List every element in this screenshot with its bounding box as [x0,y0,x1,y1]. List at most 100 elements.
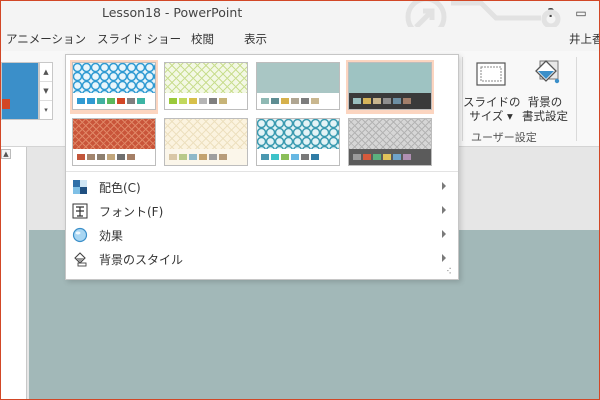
variant-color-swatches [353,98,411,105]
theme-gallery-item[interactable] [1,62,39,120]
variant-color-swatches [261,154,319,161]
color-swatch [97,98,105,104]
variant-preview [72,118,156,166]
submenu-arrow-icon [442,230,446,238]
gallery-scroll-up-button[interactable]: ▲ [40,63,52,82]
color-swatch [189,98,197,104]
variant-thumbnail[interactable] [70,60,158,114]
submenu-arrow-icon [442,254,446,262]
color-swatch [291,98,299,104]
slide-size-label-2: サイズ ▾ [469,109,513,123]
color-swatch [199,154,207,160]
color-swatch [97,154,105,160]
window-title: Lesson18 - PowerPoint [102,5,243,20]
variant-color-swatches [261,98,319,105]
color-swatch [311,154,319,160]
background-style-icon [72,251,88,267]
submenu-arrow-icon [442,206,446,214]
color-swatch [301,98,309,104]
color-swatch [209,154,217,160]
color-swatch [281,98,289,104]
color-swatch [219,154,227,160]
color-swatch [383,154,391,160]
variant-thumbnail[interactable] [70,116,158,170]
tab-slideshow[interactable]: スライド ショー [97,31,181,47]
menu-item-background-styles[interactable]: 背景のスタイル [66,247,458,271]
color-scheme-icon [72,179,88,195]
format-background-label-1: 背景の [527,95,563,109]
color-swatch [291,154,299,160]
format-background-button[interactable]: 背景の 書式設定 [519,55,571,127]
effects-icon [72,227,88,243]
variant-color-swatches [169,98,227,105]
variant-pattern [349,63,431,93]
variant-pattern [165,119,247,149]
menu-item-colors[interactable]: 配色(C) [66,175,458,199]
resize-grip-icon[interactable]: ⠪ [446,267,456,277]
color-swatch [169,98,177,104]
variant-thumbnail[interactable] [346,60,434,114]
color-swatch [179,154,187,160]
variant-preview [72,62,156,110]
color-swatch [77,154,85,160]
tab-view[interactable]: 表示 [244,31,267,47]
variant-preview [348,118,432,166]
menu-item-fonts[interactable]: フォント(F) [66,199,458,223]
variant-color-swatches [169,154,227,161]
variant-preview [256,118,340,166]
color-swatch [403,154,411,160]
variant-thumbnail[interactable] [254,116,342,170]
slide-thumbnail-pane[interactable]: ▲ [1,147,27,399]
user-account-name[interactable]: 井上香 [569,31,599,47]
color-swatch [261,98,269,104]
tab-review[interactable]: 校閲 [191,31,214,47]
variant-pattern [257,63,339,93]
color-swatch [107,98,115,104]
color-swatch [117,154,125,160]
format-background-label-2: 書式設定 [522,109,568,123]
menu-item-effects-label: 効果 [99,229,124,243]
variant-thumbnail[interactable] [346,116,434,170]
variant-preview [256,62,340,110]
color-swatch [107,154,115,160]
powerpoint-window: Lesson18 - PowerPoint ? ▭ アニメーション スライド シ… [0,0,600,400]
font-icon [72,203,88,219]
color-swatch [87,154,95,160]
color-swatch [87,98,95,104]
color-swatch [403,98,411,104]
menu-item-fonts-label: フォント(F) [99,205,164,219]
menu-separator [66,171,458,172]
color-swatch [373,98,381,104]
variant-pattern [73,119,155,149]
gallery-scroll-down-button[interactable]: ▼ [40,82,52,101]
bucket-icon [528,57,562,91]
color-swatch [169,154,177,160]
variant-thumbnail[interactable] [162,60,250,114]
slide-size-button[interactable]: スライドの サイズ ▾ [463,55,521,127]
variant-preview [348,62,432,110]
variant-pattern [165,63,247,93]
variants-dropdown: 配色(C) フォント(F) 効果 背景のスタイル ⠪ [65,54,459,280]
variant-preview [164,118,248,166]
slide-size-icon [474,57,508,91]
variant-color-swatches [77,98,145,105]
variant-thumbnail[interactable] [162,116,250,170]
customize-group-label: ユーザー設定 [471,131,537,144]
variant-pattern [349,119,431,149]
color-swatch [353,154,361,160]
color-swatch [77,98,85,104]
color-swatch [127,98,135,104]
gallery-more-button[interactable]: ▾ [40,101,52,120]
menu-item-effects[interactable]: 効果 [66,223,458,247]
color-swatch [393,98,401,104]
color-swatch [179,98,187,104]
color-swatch [393,154,401,160]
color-swatch [301,154,309,160]
color-swatch [127,154,135,160]
thumbnail-scroll-up-button[interactable]: ▲ [1,149,11,159]
variant-thumbnail[interactable] [254,60,342,114]
color-swatch [199,98,207,104]
ribbon-tabs: アニメーション スライド ショー 校閲 表示 [1,27,599,51]
variant-color-swatches [77,154,135,161]
tab-animations[interactable]: アニメーション [6,31,86,47]
